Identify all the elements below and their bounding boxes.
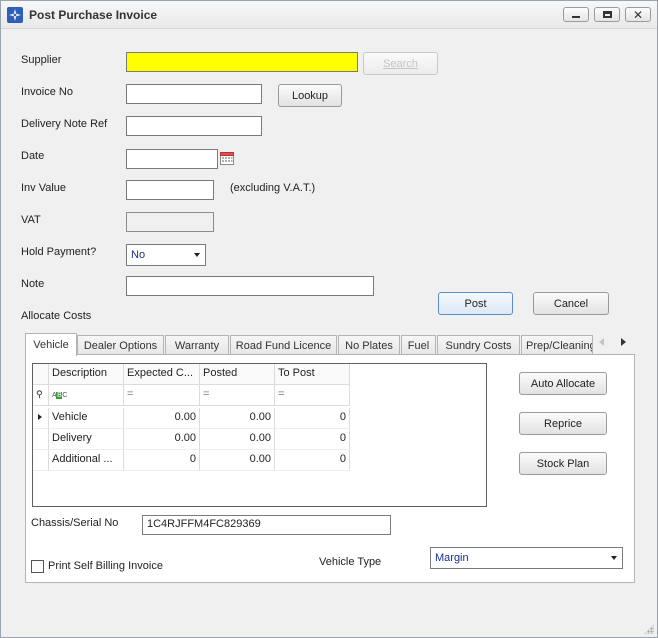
vat-field (126, 212, 214, 232)
table-cell[interactable]: 0.00 (200, 450, 275, 471)
table-row[interactable]: Additional ... (49, 450, 124, 471)
row-indicator (33, 450, 49, 471)
table-cell[interactable]: 0 (275, 408, 350, 429)
tab-vehicle[interactable]: Vehicle (25, 333, 77, 356)
column-header-to-post[interactable]: To Post (275, 364, 350, 385)
tab-fuel[interactable]: Fuel (401, 335, 436, 355)
column-header-description[interactable]: Description (49, 364, 124, 385)
stock-plan-button[interactable]: Stock Plan (519, 452, 607, 475)
invoice-no-label: Invoice No (21, 86, 73, 98)
table-cell[interactable]: 0.00 (200, 408, 275, 429)
date-field[interactable] (126, 149, 218, 169)
delivery-note-label: Delivery Note Ref (21, 118, 108, 130)
tab-warranty[interactable]: Warranty (165, 335, 229, 355)
filter-cell-to-post[interactable]: = (275, 385, 350, 406)
filter-row-indicator: ⚲ (33, 385, 49, 406)
column-header-expected-cost[interactable]: Expected C... (124, 364, 200, 385)
supplier-label: Supplier (21, 54, 62, 66)
row-pointer-icon (38, 414, 42, 420)
table-row[interactable]: Delivery (49, 429, 124, 450)
table-cell[interactable]: 0 (275, 450, 350, 471)
invoice-no-field[interactable] (126, 84, 262, 104)
vehicle-type-value: Margin (435, 552, 469, 564)
abc-filter-icon: ABC (52, 392, 67, 399)
table-cell[interactable]: 0 (275, 429, 350, 450)
vehicle-type-select[interactable]: Margin (430, 547, 623, 569)
chassis-field[interactable]: 1C4RJFFM4FC829369 (142, 515, 391, 535)
filter-cell-posted[interactable]: = (200, 385, 275, 406)
table-cell[interactable]: 0 (124, 450, 200, 471)
lookup-button[interactable]: Lookup (278, 84, 342, 107)
post-purchase-invoice-window: Post Purchase Invoice ✕ Supplier Search … (0, 0, 658, 638)
maximize-button[interactable] (594, 7, 620, 22)
row-indicator (33, 429, 49, 450)
close-button[interactable]: ✕ (625, 7, 651, 22)
maximize-icon (602, 11, 612, 18)
chassis-label: Chassis/Serial No (31, 517, 119, 529)
minimize-button[interactable] (563, 7, 589, 22)
allocate-costs-tabs: Vehicle Dealer Options Warranty Road Fun… (25, 333, 605, 356)
supplier-field[interactable] (126, 52, 358, 72)
chevron-down-icon (194, 253, 200, 257)
title-bar[interactable]: Post Purchase Invoice ✕ (1, 1, 657, 29)
tab-sundry-costs[interactable]: Sundry Costs (437, 335, 520, 355)
filter-cell-expected-cost[interactable]: = (124, 385, 200, 406)
tab-dealer-options[interactable]: Dealer Options (77, 335, 164, 355)
delivery-note-field[interactable] (126, 116, 262, 136)
vehicle-type-label: Vehicle Type (319, 556, 382, 568)
print-self-billing-label: Print Self Billing Invoice (48, 560, 163, 572)
reprice-button[interactable]: Reprice (519, 412, 607, 435)
inv-value-note: (excluding V.A.T.) (230, 182, 316, 194)
tab-road-fund-licence[interactable]: Road Fund Licence (230, 335, 337, 355)
allocation-grid[interactable]: Description Expected C... Posted To Post… (32, 363, 487, 507)
resize-grip-icon[interactable] (644, 624, 654, 634)
tab-scroll-right-icon[interactable] (621, 338, 626, 346)
calendar-icon[interactable] (220, 151, 234, 165)
window-title: Post Purchase Invoice (29, 8, 158, 22)
tab-no-plates[interactable]: No Plates (338, 335, 400, 355)
hold-payment-label: Hold Payment? (21, 246, 97, 258)
table-row[interactable]: Vehicle (49, 408, 124, 429)
minimize-icon (572, 16, 580, 18)
vat-label: VAT (21, 214, 41, 226)
note-field[interactable] (126, 276, 374, 296)
print-self-billing-checkbox[interactable] (31, 560, 44, 573)
allocate-costs-label: Allocate Costs (21, 310, 92, 322)
post-button[interactable]: Post (438, 292, 513, 315)
hold-payment-value: No (131, 249, 146, 261)
grid-corner (33, 364, 49, 385)
column-header-posted[interactable]: Posted (200, 364, 275, 385)
cancel-button[interactable]: Cancel (533, 292, 609, 315)
chevron-down-icon (611, 556, 617, 560)
filter-pin-icon: ⚲ (36, 389, 43, 399)
auto-allocate-button[interactable]: Auto Allocate (519, 372, 607, 395)
hold-payment-select[interactable]: No (126, 244, 206, 266)
table-cell[interactable]: 0.00 (124, 408, 200, 429)
tab-scroll-left-icon[interactable] (599, 338, 604, 346)
date-label: Date (21, 150, 45, 162)
search-button[interactable]: Search (363, 52, 438, 75)
inv-value-field[interactable] (126, 180, 214, 200)
app-logo-icon (7, 7, 23, 23)
table-cell[interactable]: 0.00 (124, 429, 200, 450)
tab-prep-cleaning[interactable]: Prep/Cleaning (521, 335, 593, 355)
row-indicator (33, 408, 49, 429)
table-cell[interactable]: 0.00 (200, 429, 275, 450)
inv-value-label: Inv Value (21, 182, 67, 194)
filter-cell-description[interactable]: ABC (49, 385, 124, 406)
close-icon: ✕ (632, 7, 644, 22)
note-label: Note (21, 278, 45, 290)
